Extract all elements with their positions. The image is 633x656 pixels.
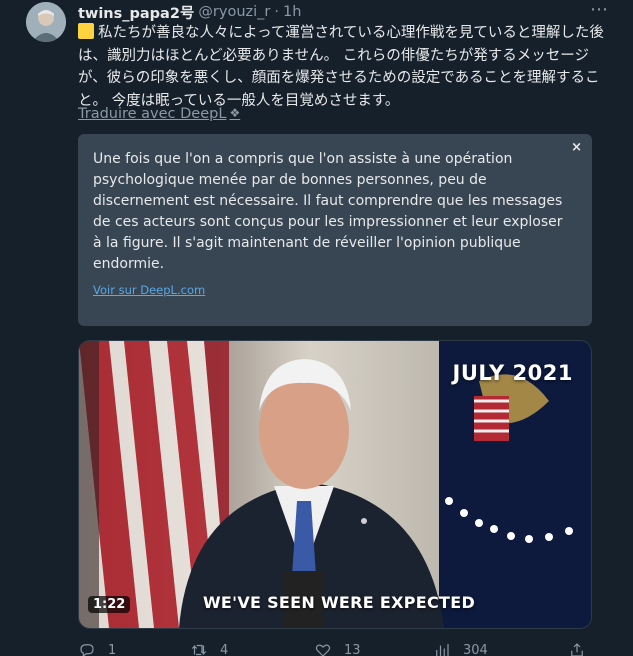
yellow-square-emoji-icon <box>78 23 94 39</box>
tweet-header: twins_papa2号 @ryouzi_r · 1h <box>78 2 613 22</box>
close-icon[interactable]: × <box>571 140 582 155</box>
translation-card: × Une fois que l'on a compris que l'on a… <box>78 134 592 326</box>
share-button[interactable] <box>568 641 586 656</box>
views-count: 304 <box>463 642 488 656</box>
views-button[interactable]: 304 <box>433 641 488 656</box>
tweet-text-container: 私たちが善良な人々によって運営されている心理作戦を見ていると理解した後は、識別力… <box>78 22 608 112</box>
translate-with-deepl-link[interactable]: Traduire avec DeepL ❖ <box>78 106 240 122</box>
like-count: 13 <box>344 642 361 656</box>
avatar-image <box>26 2 66 42</box>
heart-icon <box>315 644 331 656</box>
retweet-count: 4 <box>220 642 229 656</box>
deepl-icon: ❖ <box>229 106 241 120</box>
video-duration-badge: 1:22 <box>88 596 131 613</box>
like-button[interactable]: 13 <box>314 641 361 656</box>
separator-dot: · <box>274 4 279 20</box>
action-bar: 1 4 13 304 <box>78 641 608 656</box>
analytics-icon <box>436 644 449 656</box>
tweet-text: 私たちが善良な人々によって運営されている心理作戦を見ていると理解した後は、識別力… <box>78 25 604 109</box>
reply-button[interactable]: 1 <box>78 641 116 656</box>
video-player[interactable]: JULY 2021 WE'VE SEEN WERE EXPECTED 1:22 <box>78 340 592 629</box>
view-on-deepl-link[interactable]: Voir sur DeepL.com <box>93 283 205 297</box>
video-date-overlay: JULY 2021 <box>452 361 573 385</box>
avatar[interactable] <box>26 2 66 42</box>
translate-link-label: Traduire avec DeepL <box>78 106 227 122</box>
tweet: twins_papa2号 @ryouzi_r · 1h ⋯ 私たちが善良な人々に… <box>0 0 633 656</box>
video-caption: WE'VE SEEN WERE EXPECTED <box>202 593 476 612</box>
reply-icon <box>80 644 94 656</box>
timestamp[interactable]: 1h <box>283 4 301 20</box>
retweet-button[interactable]: 4 <box>190 641 228 656</box>
translation-text: Une fois que l'on a compris que l'on ass… <box>93 151 563 272</box>
author-name[interactable]: twins_papa2号 <box>78 2 194 23</box>
author-handle[interactable]: @ryouzi_r <box>198 4 270 20</box>
more-options-icon[interactable]: ⋯ <box>589 0 609 20</box>
retweet-icon <box>191 644 207 656</box>
share-icon <box>571 643 583 656</box>
reply-count: 1 <box>108 642 117 656</box>
